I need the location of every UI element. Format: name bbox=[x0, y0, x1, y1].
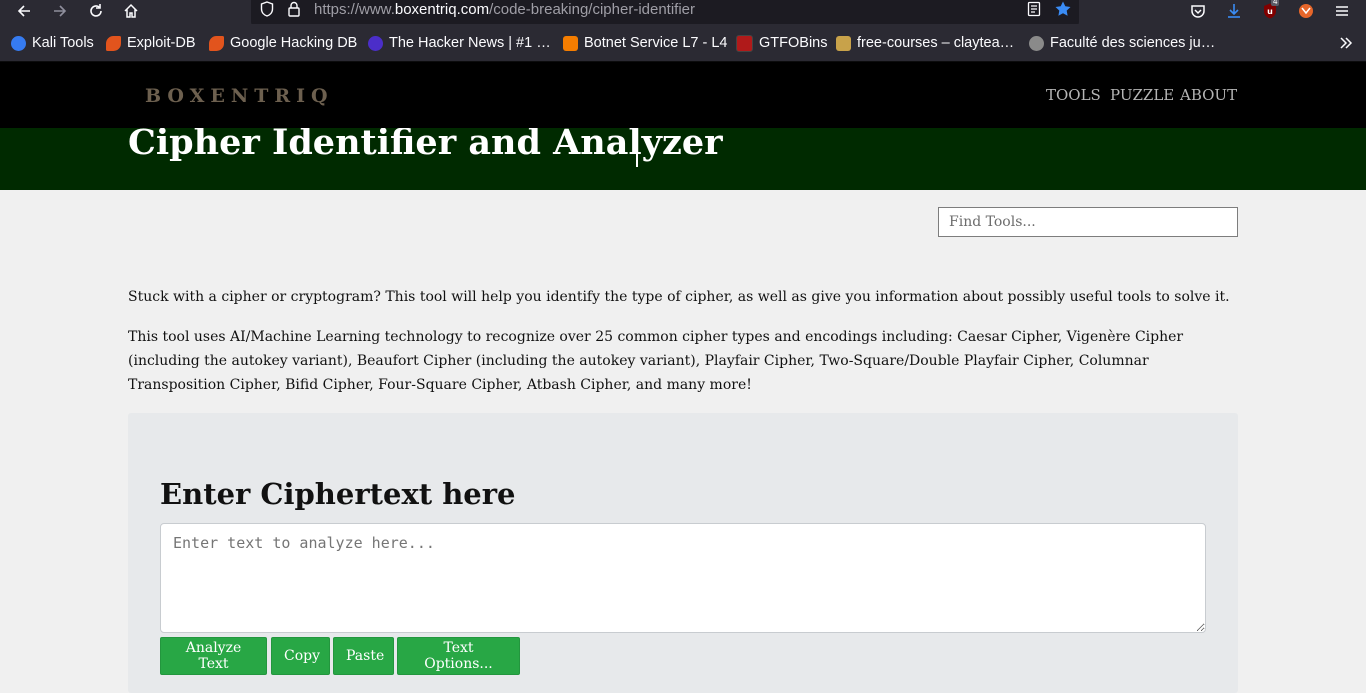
bookmark-label: Google Hacking DB bbox=[230, 35, 358, 51]
page-title: Cipher Identifier and Analyzer bbox=[128, 128, 723, 163]
bookmark-label: free-courses – claytea… bbox=[857, 35, 1015, 51]
downloads-icon[interactable] bbox=[1222, 0, 1246, 22]
bookmark-label: Exploit-DB bbox=[127, 35, 196, 51]
menu-icon[interactable] bbox=[1330, 0, 1354, 22]
url-scheme: https://www. bbox=[314, 1, 395, 18]
bookmark-label: The Hacker News | #1 … bbox=[389, 35, 551, 51]
bookmark-label: Kali Tools bbox=[32, 35, 94, 51]
ghdb-icon bbox=[209, 35, 224, 51]
bookmark-exploit-db[interactable]: Exploit-DB bbox=[106, 33, 196, 53]
nav-puzzle[interactable]: PUZZLE bbox=[1110, 86, 1174, 104]
extension-badge: 4 bbox=[1271, 0, 1280, 6]
bookmark-label: GTFOBins bbox=[759, 35, 828, 51]
ciphertext-input[interactable] bbox=[160, 523, 1206, 633]
gtfobins-icon bbox=[736, 34, 753, 52]
bookmark-free-courses[interactable]: free-courses – claytea… bbox=[836, 33, 1014, 53]
hacker-news-icon bbox=[368, 35, 383, 51]
bookmark-faculte[interactable]: Faculté des sciences ju… bbox=[1029, 33, 1215, 53]
forward-icon[interactable] bbox=[48, 0, 72, 22]
blogger-icon bbox=[563, 35, 578, 51]
bookmarks-overflow-icon[interactable] bbox=[1338, 33, 1354, 53]
url-path: /code-breaking/cipher-identifier bbox=[489, 1, 696, 18]
bookmark-gtfobins[interactable]: GTFOBins bbox=[736, 33, 827, 53]
copy-button[interactable]: Copy bbox=[271, 637, 330, 675]
lock-icon[interactable] bbox=[287, 0, 301, 22]
home-icon[interactable] bbox=[119, 0, 143, 22]
find-tools-input[interactable] bbox=[939, 208, 1237, 236]
url-text[interactable]: https://www.boxentriq.com/code-breaking/… bbox=[314, 1, 695, 18]
text-options-button[interactable]: Text Options... bbox=[397, 637, 520, 675]
bookmark-hacker-news[interactable]: The Hacker News | #1 … bbox=[368, 33, 551, 53]
bookmark-google-hacking-db[interactable]: Google Hacking DB bbox=[209, 33, 357, 53]
browser-toolbar: https://www.boxentriq.com/code-breaking/… bbox=[0, 0, 1366, 26]
intro-text: Stuck with a cipher or cryptogram? This … bbox=[128, 289, 1230, 305]
url-host: boxentriq.com bbox=[394, 1, 490, 18]
ublock-icon[interactable]: u 4 bbox=[1258, 0, 1282, 22]
bookmark-star-icon[interactable] bbox=[1054, 0, 1072, 22]
shield-icon[interactable] bbox=[259, 0, 275, 22]
page-hero: Cipher Identifier and Analyzer bbox=[0, 128, 1366, 190]
bookmarks-bar: Kali Tools Exploit-DB Google Hacking DB … bbox=[0, 24, 1366, 62]
pocket-icon[interactable] bbox=[1186, 0, 1210, 22]
site-logo[interactable]: BOXENTRIQ bbox=[145, 85, 334, 107]
bookmark-kali-tools[interactable]: Kali Tools bbox=[11, 33, 94, 53]
svg-text:u: u bbox=[1267, 7, 1273, 16]
ciphertext-panel: Enter Ciphertext here Analyze Text Copy … bbox=[128, 413, 1238, 693]
kali-tools-icon bbox=[11, 35, 26, 51]
back-icon[interactable] bbox=[12, 0, 36, 22]
analyze-text-button[interactable]: Analyze Text bbox=[160, 637, 267, 675]
foxyproxy-icon[interactable] bbox=[1294, 0, 1318, 22]
paste-button[interactable]: Paste bbox=[333, 637, 394, 675]
nav-tools[interactable]: TOOLS bbox=[1046, 86, 1101, 104]
free-courses-icon bbox=[836, 35, 851, 51]
url-bar[interactable]: https://www.boxentriq.com/code-breaking/… bbox=[251, 0, 1079, 26]
bookmark-label: Faculté des sciences ju… bbox=[1050, 35, 1216, 51]
bookmark-botnet-service[interactable]: Botnet Service L7 - L4 bbox=[563, 33, 727, 53]
reload-icon[interactable] bbox=[84, 0, 108, 22]
reader-view-icon[interactable] bbox=[1026, 0, 1042, 22]
panel-heading: Enter Ciphertext here bbox=[160, 477, 516, 511]
site-navbar: BOXENTRIQ TOOLS PUZZLE ABOUT bbox=[0, 62, 1366, 128]
globe-icon bbox=[1029, 35, 1044, 51]
exploit-db-icon bbox=[106, 35, 121, 51]
nav-about[interactable]: ABOUT bbox=[1180, 86, 1237, 104]
find-tools-search[interactable] bbox=[938, 207, 1238, 237]
bookmark-label: Botnet Service L7 - L4 bbox=[584, 35, 728, 51]
text-cursor bbox=[636, 129, 638, 167]
description-text: This tool uses AI/Machine Learning techn… bbox=[128, 329, 1184, 393]
